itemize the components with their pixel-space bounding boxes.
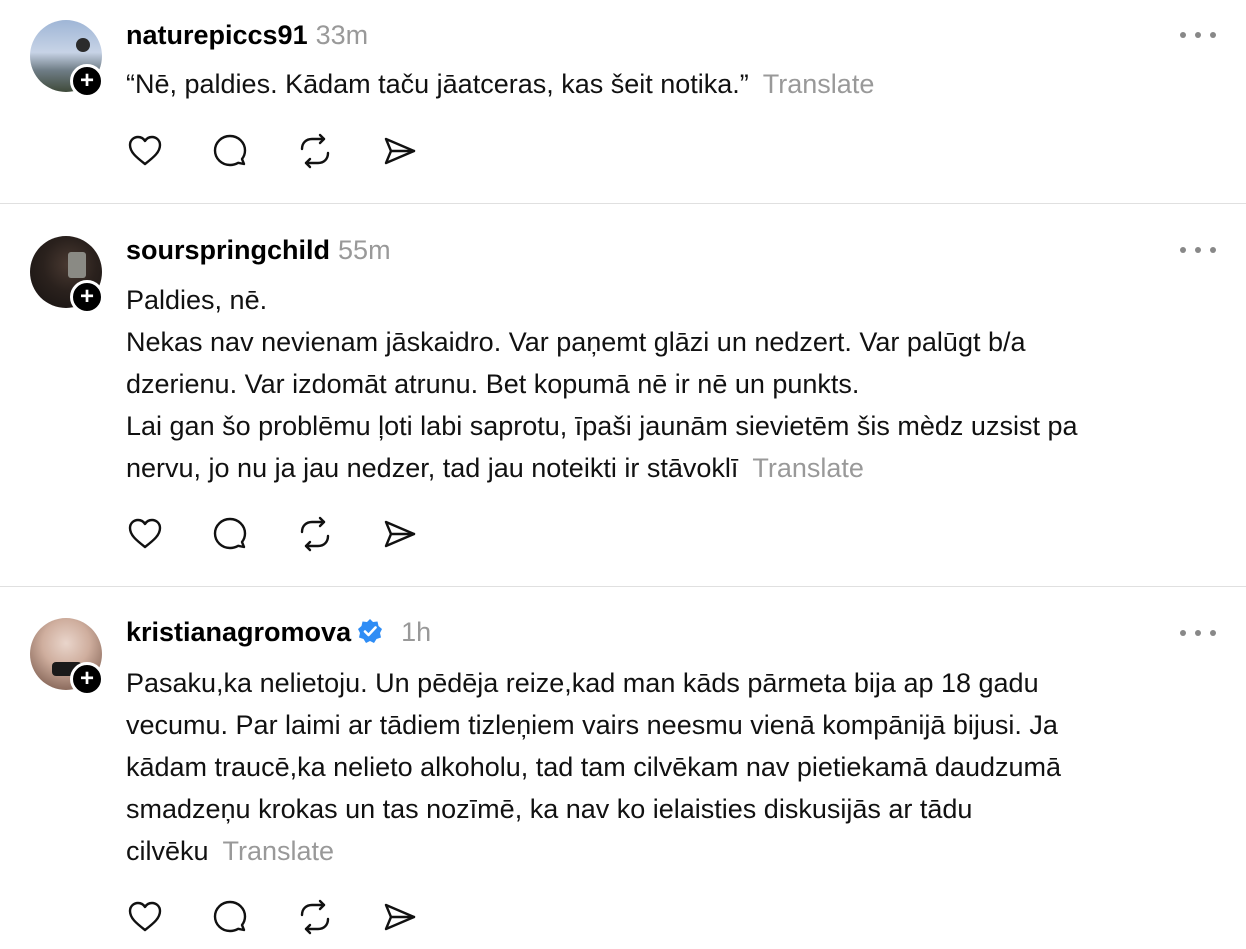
repost-icon xyxy=(300,133,330,169)
send-icon xyxy=(384,520,416,548)
post-header: kristianagromova 1h xyxy=(126,617,431,648)
post-text-line: cilvēku Translate xyxy=(126,830,1206,872)
more-horizontal-icon xyxy=(1180,630,1186,636)
like-button[interactable] xyxy=(126,515,164,553)
repost-icon xyxy=(300,899,330,935)
more-horizontal-icon xyxy=(1195,630,1201,636)
post-text-line: Pasaku,ka nelietoju. Un pēdēja reize,kad… xyxy=(126,668,1039,698)
post-divider xyxy=(0,586,1246,587)
action-bar xyxy=(126,897,466,937)
post-text-line: Paldies, nē. xyxy=(126,285,268,315)
repost-button[interactable] xyxy=(296,898,334,936)
comment-icon xyxy=(213,517,247,550)
more-button[interactable] xyxy=(1180,245,1216,255)
timestamp[interactable]: 55m xyxy=(338,235,391,265)
verified-badge-icon xyxy=(358,619,383,643)
post-text-line: Lai gan šo problēmu ļoti labi saprotu, ī… xyxy=(126,411,1078,441)
more-horizontal-icon xyxy=(1210,32,1216,38)
post-text-line: vecumu. Par laimi ar tādiem tizleņiem va… xyxy=(126,710,1058,740)
share-button[interactable] xyxy=(381,132,419,170)
more-horizontal-icon xyxy=(1180,247,1186,253)
follow-button[interactable]: + xyxy=(70,662,104,696)
translate-link[interactable]: Translate xyxy=(752,453,864,483)
post-text-line: dzerienu. Var izdomāt atrunu. Bet kopumā… xyxy=(126,369,860,399)
action-bar xyxy=(126,131,466,171)
comment-icon xyxy=(213,134,247,167)
more-button[interactable] xyxy=(1180,30,1216,40)
share-button[interactable] xyxy=(381,898,419,936)
post-text-line: Nekas nav nevienam jāskaidro. Var paņemt… xyxy=(126,327,1026,357)
post-header: naturepiccs91 33m xyxy=(126,20,368,51)
avatar-wrap[interactable]: + xyxy=(30,20,104,98)
more-horizontal-icon xyxy=(1210,630,1216,636)
like-button[interactable] xyxy=(126,132,164,170)
post-text: “Nē, paldies. Kādam taču jāatceras, kas … xyxy=(126,69,749,99)
plus-icon: + xyxy=(79,67,94,94)
follow-button[interactable]: + xyxy=(70,64,104,98)
repost-button[interactable] xyxy=(296,515,334,553)
share-button[interactable] xyxy=(381,515,419,553)
plus-icon: + xyxy=(79,283,94,310)
post-body: “Nē, paldies. Kādam taču jāatceras, kas … xyxy=(126,63,1206,105)
reply-button[interactable] xyxy=(211,515,249,553)
more-horizontal-icon xyxy=(1195,247,1201,253)
post-text-line: “Nē, paldies. Kādam taču jāatceras, kas … xyxy=(126,63,1206,105)
heart-icon xyxy=(128,901,162,932)
follow-button[interactable]: + xyxy=(70,280,104,314)
post-text-line: smadzeņu krokas un tas nozīmē, ka nav ko… xyxy=(126,794,973,824)
translate-link[interactable]: Translate xyxy=(763,69,875,99)
repost-icon xyxy=(300,516,330,552)
like-button[interactable] xyxy=(126,898,164,936)
post-header: sourspringchild 55m xyxy=(126,235,391,266)
avatar-wrap[interactable]: + xyxy=(30,236,104,314)
send-icon xyxy=(384,137,416,165)
more-horizontal-icon xyxy=(1210,247,1216,253)
timestamp[interactable]: 33m xyxy=(316,20,369,50)
heart-icon xyxy=(128,135,162,166)
username[interactable]: sourspringchild xyxy=(126,235,330,265)
heart-icon xyxy=(128,518,162,549)
translate-link[interactable]: Translate xyxy=(223,836,335,866)
username[interactable]: kristianagromova xyxy=(126,617,351,647)
timestamp[interactable]: 1h xyxy=(401,617,431,647)
username[interactable]: naturepiccs91 xyxy=(126,20,308,50)
post-text: cilvēku xyxy=(126,836,209,866)
reply-button[interactable] xyxy=(211,132,249,170)
avatar-wrap[interactable]: + xyxy=(30,618,104,696)
post-divider xyxy=(0,203,1246,204)
post-text: nervu, jo nu ja jau nedzer, tad jau note… xyxy=(126,453,739,483)
post-text-line: nervu, jo nu ja jau nedzer, tad jau note… xyxy=(126,447,1206,489)
more-button[interactable] xyxy=(1180,628,1216,638)
avatar-detail xyxy=(76,38,90,52)
post-body: Pasaku,ka nelietoju. Un pēdēja reize,kad… xyxy=(126,662,1206,872)
comment-icon xyxy=(213,900,247,933)
post-body: Paldies, nē. Nekas nav nevienam jāskaidr… xyxy=(126,279,1206,489)
post-text-line: kādam traucē,ka nelieto alkoholu, tad ta… xyxy=(126,752,1062,782)
more-horizontal-icon xyxy=(1180,32,1186,38)
repost-button[interactable] xyxy=(296,132,334,170)
more-horizontal-icon xyxy=(1195,32,1201,38)
action-bar xyxy=(126,514,466,554)
avatar-detail xyxy=(68,252,86,278)
reply-button[interactable] xyxy=(211,898,249,936)
send-icon xyxy=(384,903,416,931)
plus-icon: + xyxy=(79,665,94,692)
